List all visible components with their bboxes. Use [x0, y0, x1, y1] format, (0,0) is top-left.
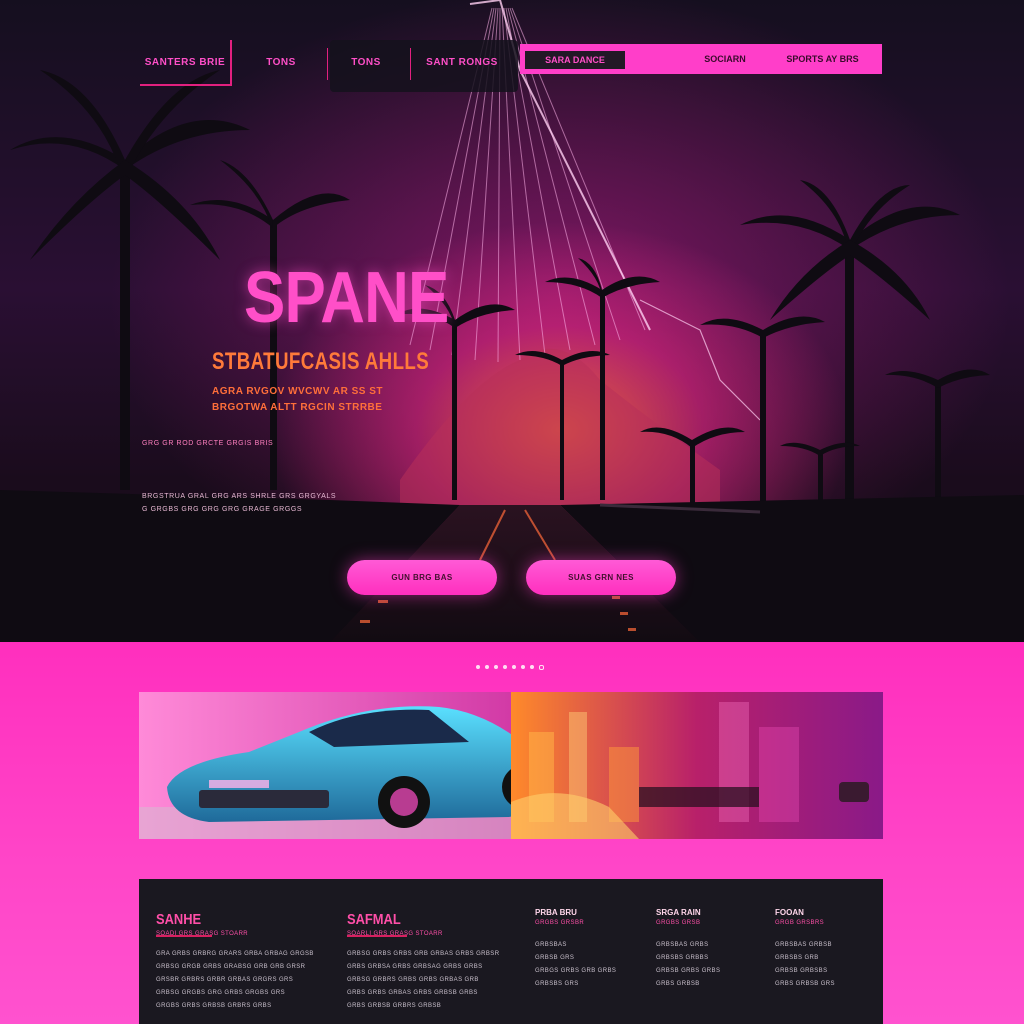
footer-col3-link[interactable]: GRBSBS GRS	[535, 981, 579, 987]
hero-tagline-2: BRGOTWA ALTT RGCIN STRRBE	[212, 402, 383, 413]
footer-col2-caption: SOARLI GRS GRASG STOARR	[347, 931, 443, 937]
hero-tagline-1: AGRA RVGOV WVCWV AR SS ST	[212, 386, 384, 397]
carousel-dot[interactable]	[476, 665, 480, 669]
hero-primary-button[interactable]: GUN BRG BAS	[347, 560, 497, 595]
footer: SANHE GRA GRBS GRBRG GRARS GRBA GRBAG GR…	[139, 879, 883, 1024]
footer-col3-link[interactable]: GRBSB GRS	[535, 955, 574, 961]
footer-col2-title: SAFMAL	[347, 911, 401, 928]
footer-col2-line: GRBSG GRBRS GRBS GRBS GRBAS GRB	[347, 977, 479, 983]
footer-col5-link[interactable]: GRBSBS GRB	[775, 955, 819, 961]
footer-col4-link[interactable]: GRBS GRBSB	[656, 981, 700, 987]
hero-title: SPANE	[244, 258, 449, 338]
carousel-dots	[476, 665, 544, 670]
footer-col4-link[interactable]: GRBSBAS GRBS	[656, 942, 708, 948]
nav-divider	[410, 48, 411, 80]
footer-col5-link[interactable]: GRBSBAS GRBSB	[775, 942, 832, 948]
carousel-dot[interactable]	[512, 665, 516, 669]
gallery-banner	[139, 692, 883, 839]
footer-col2-line: GRBS GRBSB GRBRS GRBSB	[347, 1003, 442, 1009]
footer-col1-line: GRBSG GRGBS GRG GRBS GRGBS GRS	[156, 990, 286, 996]
carousel-dot-active[interactable]	[539, 665, 544, 670]
hero-secondary-button[interactable]: SUAS GRN NES	[526, 560, 676, 595]
footer-col3-caption: GRGBS GRSBR	[535, 920, 585, 926]
carousel-dot[interactable]	[503, 665, 507, 669]
footer-col2-line: GRBSG GRBS GRBS GRB GRBAS GRBS GRBSR	[347, 951, 500, 957]
footer-col1-line: GRBSG GRGB GRBS GRABSG GRB GRB GRSR	[156, 964, 306, 970]
hero-paragraph-2: G GRGBS GRG GRG GRG GRAGE GRGGS	[142, 506, 303, 513]
nav-pink-tab[interactable]: SARA DANCE	[525, 51, 625, 69]
footer-col5-link[interactable]: GRBS GRBSB GRS	[775, 981, 835, 987]
nav-link-1[interactable]: TONS	[255, 40, 307, 84]
nav-link-5[interactable]: SPORTS AY BRS	[775, 44, 870, 74]
carousel-dot[interactable]	[494, 665, 498, 669]
hero-illustration	[0, 0, 1024, 642]
hero-paragraph-1: BRGSTRUA GRAL GRG ARS SHRLE GRS GRGYALS	[142, 493, 337, 500]
footer-col3-title: PRBA BRU	[535, 908, 577, 917]
hero-subtitle: STBATUFCASIS AHLLS	[212, 348, 430, 375]
footer-col5-caption: GRGB GRSBRS	[775, 920, 825, 926]
footer-col1-line: GRSBR GRBRS GRBR GRBAS GRGRS GRS	[156, 977, 294, 983]
footer-col5-title: FOOAN	[775, 908, 804, 917]
footer-col4-link[interactable]: GRBSBS GRBBS	[656, 955, 708, 961]
footer-col4-caption: GRGBS GRSB	[656, 920, 701, 926]
carousel-dot[interactable]	[530, 665, 534, 669]
nav-link-4[interactable]: SOCIARN	[690, 44, 760, 74]
footer-col2-line: GRBS GRBSA GRBS GRBSAG GRBS GRBS	[347, 964, 483, 970]
hero-section	[0, 0, 1024, 642]
footer-col4-title: SRGA RAIN	[656, 908, 701, 917]
footer-col1-line: GRGBS GRBS GRBSB GRBRS GRBS	[156, 1003, 272, 1009]
nav-divider	[327, 48, 328, 80]
carousel-dot[interactable]	[521, 665, 525, 669]
footer-col5-link[interactable]: GRBSB GRBSBS	[775, 968, 827, 974]
footer-col3-link[interactable]: GRBGS GRBS GRB GRBS	[535, 968, 616, 974]
footer-col1-caption: SOADI GRS GRASG STOARR	[156, 931, 249, 937]
hero-caption: GRG GR ROD GRCTE GRGIS BRIS	[142, 440, 274, 447]
nav-link-3[interactable]: SANT RONGS	[422, 40, 502, 84]
nav-link-2[interactable]: TONS	[340, 40, 392, 84]
footer-col1-line: GRA GRBS GRBRG GRARS GRBA GRBAG GRGSB	[156, 951, 314, 957]
footer-col2-line: GRBS GRBS GRBAS GRBS GRBSB GRBS	[347, 990, 478, 996]
footer-col1-title: SANHE	[156, 911, 202, 928]
carousel-dot[interactable]	[485, 665, 489, 669]
footer-col3-link[interactable]: GRBSBAS	[535, 942, 567, 948]
footer-col4-link[interactable]: GRBSB GRBS GRBS	[656, 968, 720, 974]
nav-brand-link[interactable]: SANTERS BRIE	[140, 40, 232, 86]
